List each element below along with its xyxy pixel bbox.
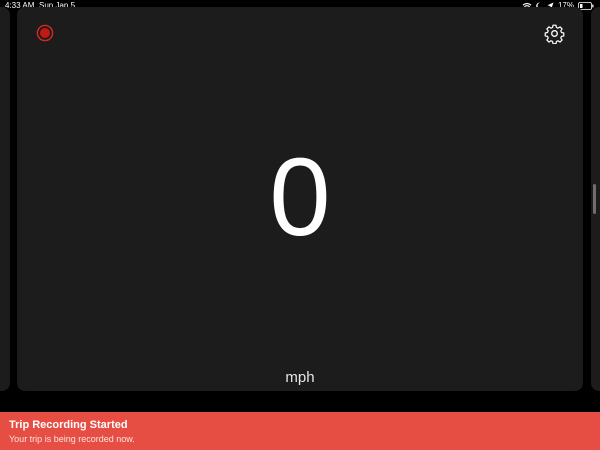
speed-unit-label: mph (285, 369, 315, 386)
toast-title: Trip Recording Started (9, 419, 128, 431)
trip-recording-toast[interactable]: Trip Recording Started Your trip is bein… (0, 412, 600, 450)
gear-icon (544, 23, 565, 44)
app-screen: 4:33 AM Sun Jan 5 17% 0 mph Trip Recordi… (0, 0, 600, 450)
speed-readout: 0 (269, 136, 331, 259)
toast-message: Your trip is being recorded now. (9, 434, 135, 444)
settings-button[interactable] (544, 23, 565, 44)
record-button[interactable] (36, 24, 54, 42)
record-icon (36, 24, 54, 42)
